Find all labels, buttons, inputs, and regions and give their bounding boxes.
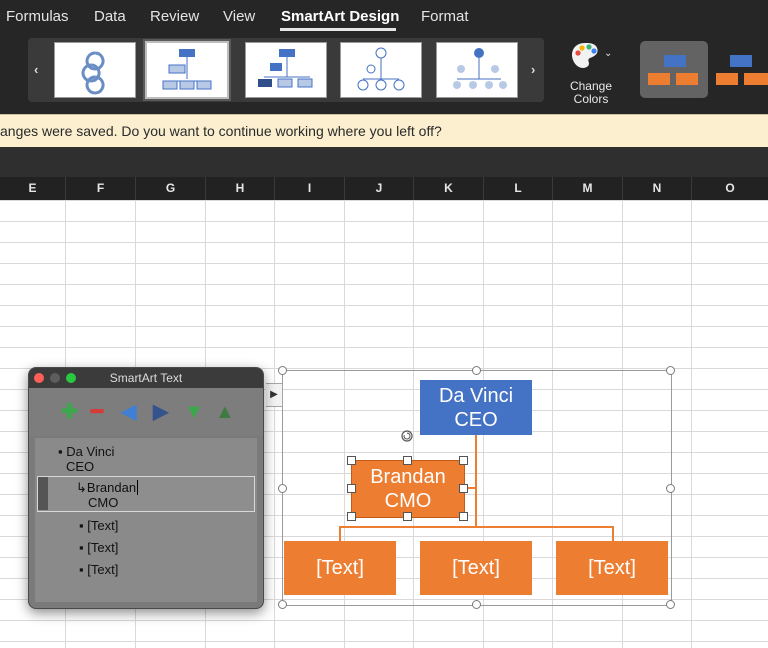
resize-handle[interactable] [278,600,287,609]
list-item[interactable]: ↳Brandan CMO [76,480,139,510]
move-down-icon[interactable]: ▼ [184,402,204,422]
node-name: Brandan [370,466,446,488]
layout-thumb-name-title-org[interactable] [245,42,327,98]
formula-bar[interactable] [0,147,768,178]
grid-line [274,200,275,648]
node-resize-handle[interactable] [347,512,356,521]
bullet-icon: ▪ [79,518,88,533]
column-header-m[interactable]: M [553,177,623,200]
sub-item-arrow-icon: ↳ [76,480,87,495]
connector-line [612,526,614,541]
active-tab-indicator [280,28,396,31]
layout-thumb-interconnected[interactable] [54,42,136,98]
org-node-child[interactable]: [Text] [284,541,396,595]
circle-org-chart-icon [357,47,405,91]
tab-smartart-design[interactable]: SmartArt Design [281,8,399,25]
node-resize-handle[interactable] [403,456,412,465]
gallery-prev-button[interactable]: ‹ [34,62,38,77]
style-preview-icon [648,55,698,85]
column-header-l[interactable]: L [484,177,553,200]
org-node-assistant[interactable]: Brandan CMO [351,460,465,518]
text-pane-toggle-button[interactable]: ▶ [266,383,283,407]
connector-line [475,434,477,528]
org-chart-icon [162,49,212,90]
pane-selection-marker [38,477,48,510]
org-node-ceo[interactable]: Da Vinci CEO [420,380,532,435]
list-item[interactable]: ▪ [Text] [79,540,118,555]
change-colors-label: Change Colors [569,79,613,106]
add-icon[interactable]: ✚ [61,402,78,422]
style-preview-icon [716,55,768,85]
tab-data[interactable]: Data [94,8,126,25]
resize-handle[interactable] [666,600,675,609]
gallery-next-button[interactable]: › [531,62,535,77]
tab-format[interactable]: Format [421,8,469,25]
layout-thumb-picture-org[interactable] [436,42,518,98]
connector-line [339,526,613,528]
node-title: CMO [384,490,432,512]
pane-selected-item[interactable] [37,476,255,512]
picture-org-chart-icon [453,48,507,89]
rotate-handle-icon[interactable] [400,429,414,443]
smartart-style-selected[interactable] [640,41,708,98]
resize-handle[interactable] [472,600,481,609]
list-item[interactable]: ▪ [Text] [79,518,118,533]
column-header-row: E F G H I J K L M N O [0,177,768,200]
tab-formulas[interactable]: Formulas [6,8,69,25]
palette-icon: ⌄ [572,43,612,68]
move-up-icon[interactable]: ▲ [215,402,235,422]
tab-view[interactable]: View [223,8,255,25]
interconnected-rings-icon [81,51,105,95]
autorecover-notice: anges were saved. Do you want to continu… [0,114,768,148]
text-cursor [137,480,139,495]
node-resize-handle[interactable] [347,484,356,493]
smartart-text-pane: SmartArt Text ✚ ━ ◀ ▶ ▼ ▲ ▪ Da Vinci CEO… [28,367,264,609]
remove-icon[interactable]: ━ [91,402,103,422]
node-title: CEO [454,408,498,431]
minimize-window-button[interactable] [50,373,60,383]
grid-line [691,200,692,648]
column-header-k[interactable]: K [414,177,484,200]
column-header-j[interactable]: J [345,177,414,200]
promote-icon[interactable]: ◀ [121,402,136,422]
list-item[interactable]: ▪ [Text] [79,562,118,577]
column-header-i[interactable]: I [275,177,345,200]
node-resize-handle[interactable] [459,484,468,493]
column-header-h[interactable]: H [206,177,275,200]
column-header-e[interactable]: E [0,177,66,200]
node-resize-handle[interactable] [403,512,412,521]
tab-review[interactable]: Review [150,8,199,25]
connector-line [339,526,341,541]
name-title-org-chart-icon [258,49,313,88]
node-resize-handle[interactable] [459,456,468,465]
resize-handle[interactable] [278,484,287,493]
column-header-f[interactable]: F [66,177,136,200]
demote-icon[interactable]: ▶ [153,402,168,422]
bullet-icon: ▪ [79,540,88,555]
bullet-icon: ▪ [79,562,88,577]
resize-handle[interactable] [472,366,481,375]
org-node-child[interactable]: [Text] [556,541,668,595]
column-header-n[interactable]: N [623,177,692,200]
node-resize-handle[interactable] [347,456,356,465]
close-window-button[interactable] [34,373,44,383]
layout-thumb-circle-org[interactable] [340,42,422,98]
smartart-style-2[interactable] [714,41,768,98]
resize-handle[interactable] [666,484,675,493]
org-node-child[interactable]: [Text] [420,541,532,595]
pane-title: SmartArt Text [29,368,263,388]
resize-handle[interactable] [278,366,287,375]
svg-text:⌄: ⌄ [604,48,612,59]
list-item[interactable]: ▪ Da Vinci CEO [58,444,114,474]
zoom-window-button[interactable] [66,373,76,383]
column-header-o[interactable]: O [692,177,768,200]
bullet-icon: ▪ [58,444,67,459]
resize-handle[interactable] [666,366,675,375]
node-name: Da Vinci [438,384,514,407]
column-header-g[interactable]: G [136,177,206,200]
node-resize-handle[interactable] [459,512,468,521]
layout-thumb-org-chart[interactable] [145,41,229,99]
